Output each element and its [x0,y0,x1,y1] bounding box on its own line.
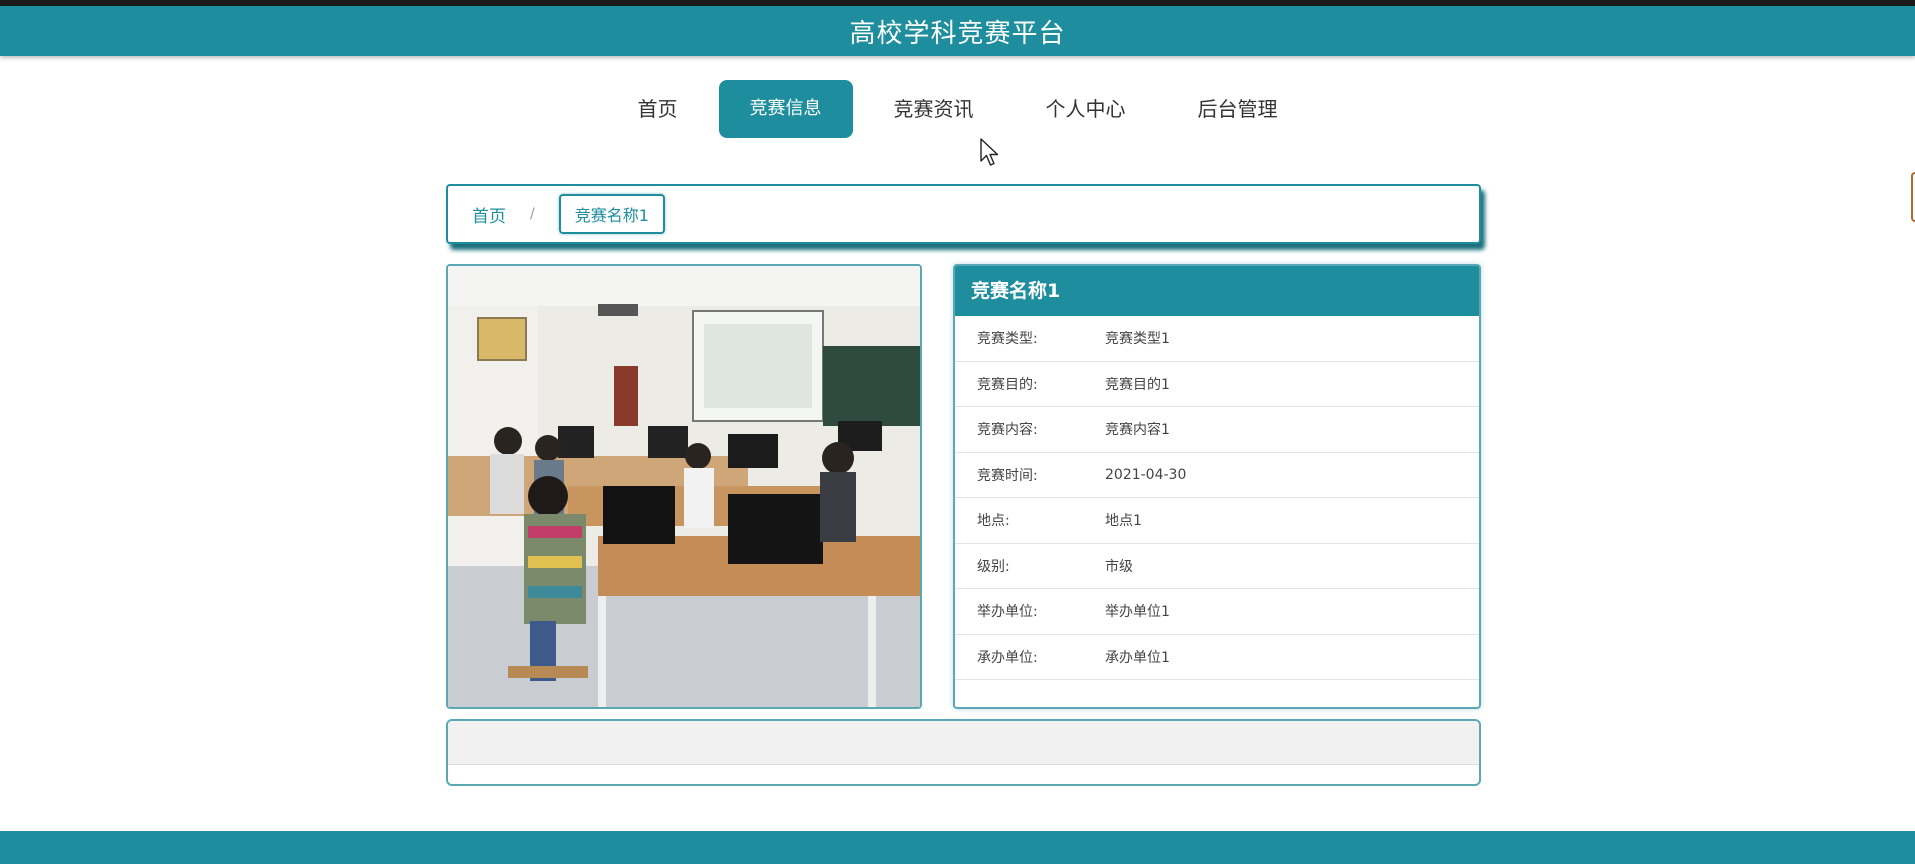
competition-photo [446,264,922,709]
nav-item-competition-info[interactable]: 竞赛信息 [718,80,853,138]
detail-label: 地点: [977,513,1010,530]
detail-label: 承办单位: [977,649,1038,666]
detail-row: 竞赛目的: 竞赛目的1 [955,362,1479,407]
detail-row: 级别: 市级 [955,544,1479,589]
detail-row: 竞赛类型: 竞赛类型1 [955,316,1479,362]
nav-item-competition-news[interactable]: 竞赛资讯 [863,80,1005,138]
detail-label: 竞赛时间: [977,467,1038,484]
detail-label: 竞赛类型: [977,331,1038,348]
detail-value: 竞赛类型1 [1105,331,1170,348]
nav-item-personal-center[interactable]: 个人中心 [1015,80,1157,138]
detail-value: 市级 [1105,558,1133,575]
detail-label: 竞赛目的: [977,376,1038,393]
detail-row: 承办单位: 承办单位1 [955,635,1479,680]
detail-value: 地点1 [1105,513,1142,530]
detail-row: 举办单位: 举办单位1 [955,589,1479,635]
mouse-cursor-icon [980,138,999,166]
detail-label: 竞赛内容: [977,422,1038,439]
classroom-photo-illustration [448,266,920,707]
detail-value: 2021-04-30 [1105,466,1187,483]
content-panel-header [448,721,1479,765]
breadcrumb: 首页 / 竞赛名称1 [446,184,1481,244]
side-float-tab[interactable] [1911,172,1915,222]
competition-content-panel [446,719,1481,786]
detail-row: 竞赛内容: 竞赛内容1 [955,407,1479,453]
detail-label: 举办单位: [977,604,1038,621]
detail-row: 地点: 地点1 [955,498,1479,544]
site-title: 高校学科竞赛平台 [849,18,1066,49]
nav-item-home[interactable]: 首页 [607,80,709,138]
detail-title: 竞赛名称1 [955,266,1479,316]
breadcrumb-current[interactable]: 竞赛名称1 [558,194,665,234]
detail-label: 级别: [977,558,1010,575]
breadcrumb-separator: / [530,206,535,222]
detail-value: 承办单位1 [1105,649,1170,666]
breadcrumb-home-link[interactable]: 首页 [472,202,506,227]
detail-value: 竞赛内容1 [1105,422,1170,439]
competition-detail-card: 竞赛名称1 竞赛类型: 竞赛类型1 竞赛目的: 竞赛目的1 竞赛内容: 竞赛内容… [953,264,1481,709]
site-footer [0,831,1915,864]
site-header: 高校学科竞赛平台 [0,6,1915,56]
main-nav: 首页 竞赛信息 竞赛资讯 个人中心 后台管理 [0,80,1915,138]
nav-item-admin[interactable]: 后台管理 [1167,80,1309,138]
detail-value: 举办单位1 [1105,604,1170,621]
detail-value: 竞赛目的1 [1105,376,1170,393]
detail-row: 竞赛时间: 2021-04-30 [955,453,1479,498]
